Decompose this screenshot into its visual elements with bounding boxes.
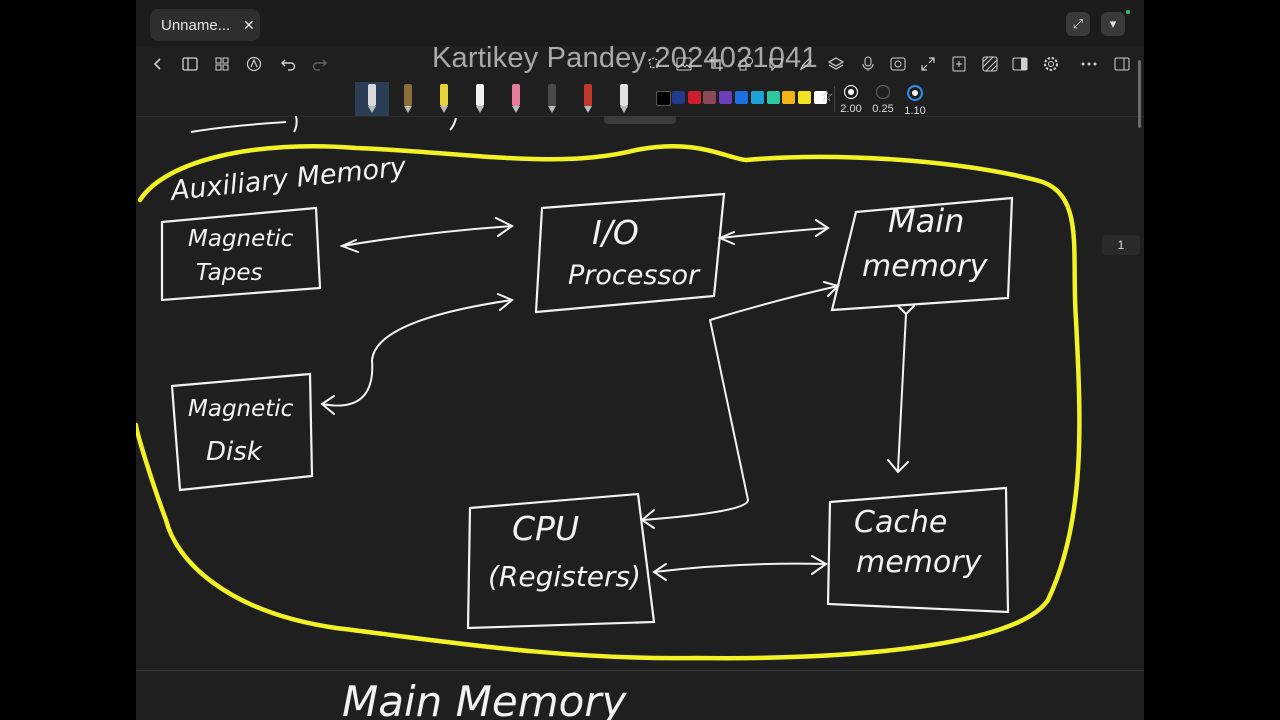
pen-body xyxy=(512,84,520,106)
cache-label-line2: memory xyxy=(856,545,983,580)
cpu-label-line1: CPU xyxy=(512,509,579,548)
dropdown-icon[interactable]: ▾ xyxy=(1101,12,1125,36)
color-swatch[interactable] xyxy=(782,91,796,104)
expand-window-icon[interactable]: ⤢ xyxy=(1066,12,1090,36)
stroke-width-option[interactable]: 1.10 xyxy=(900,85,930,117)
main-label-line2: memory xyxy=(862,249,989,284)
title-bar: Unname... ✕ ⤢ ▾ xyxy=(136,0,1144,46)
status-dot xyxy=(1126,10,1130,14)
pen-highlighter-yellow[interactable] xyxy=(434,82,454,114)
previous-note-stroke xyxy=(293,115,298,133)
redo-icon[interactable] xyxy=(310,54,330,74)
pen-nib-icon[interactable] xyxy=(244,54,264,74)
pattern-icon[interactable] xyxy=(980,54,1000,74)
microphone-icon[interactable] xyxy=(858,54,878,74)
color-swatch[interactable] xyxy=(671,91,685,104)
chevron-left-icon[interactable] xyxy=(148,54,168,74)
pen-body xyxy=(584,84,592,106)
favorite-star-icon[interactable]: ☆ xyxy=(820,89,834,104)
expand-icon[interactable] xyxy=(918,54,938,74)
pen-tip xyxy=(476,106,484,113)
color-swatch[interactable] xyxy=(735,91,748,104)
photo-icon[interactable] xyxy=(888,54,908,74)
stroke-width-dot xyxy=(876,85,890,99)
tab-title: Unname... xyxy=(161,16,231,34)
pen-body xyxy=(620,84,628,106)
undo-icon[interactable] xyxy=(278,54,298,74)
color-swatch[interactable] xyxy=(766,91,780,104)
main-label-line1: Main xyxy=(888,202,964,240)
color-swatch[interactable] xyxy=(687,91,701,104)
stroke-width-option[interactable]: 0.25 xyxy=(868,85,898,115)
pen-tip xyxy=(368,106,376,113)
previous-note-stroke xyxy=(190,121,287,133)
close-icon[interactable]: ✕ xyxy=(243,17,255,34)
layers-icon[interactable] xyxy=(826,54,846,74)
document-tab[interactable]: Unname... ✕ xyxy=(150,9,260,41)
sidebar-icon[interactable] xyxy=(180,54,200,74)
stroke-width-dot xyxy=(844,85,858,99)
stroke-width-dot xyxy=(907,85,923,101)
pen-tip xyxy=(620,106,628,113)
pen-eraser[interactable] xyxy=(470,82,490,114)
pen-body xyxy=(548,84,556,106)
grid-icon[interactable] xyxy=(212,54,232,74)
color-swatch[interactable] xyxy=(656,91,671,106)
pen-tip xyxy=(440,106,448,113)
disk-label-line1: Magnetic xyxy=(188,396,294,422)
magnetic-tapes-box xyxy=(160,206,322,302)
settings-icon[interactable] xyxy=(1041,54,1061,74)
pen-ballpoint[interactable] xyxy=(614,82,634,114)
pen-marker-red[interactable] xyxy=(578,82,598,114)
vertical-scrollbar[interactable] xyxy=(1138,60,1141,128)
pen-marker-pink[interactable] xyxy=(506,82,526,114)
pen-tip xyxy=(512,106,520,113)
page-number-indicator[interactable]: 1 xyxy=(1102,235,1140,255)
more-icon[interactable] xyxy=(1079,54,1099,74)
pen-body xyxy=(368,84,376,106)
color-swatch[interactable] xyxy=(798,91,812,104)
pen-pencil[interactable] xyxy=(398,82,418,114)
tapes-label-line2: Tapes xyxy=(196,260,262,286)
pen-fountain-pen[interactable] xyxy=(362,82,382,114)
next-heading: Main Memory xyxy=(342,677,628,720)
pen-body xyxy=(440,84,448,106)
pen-tip xyxy=(548,106,556,113)
stroke-width-label: 0.25 xyxy=(872,103,894,115)
tapes-label-line1: Magnetic xyxy=(188,226,294,252)
magnetic-disk-box xyxy=(170,372,314,492)
pen-body xyxy=(404,84,412,106)
io-label-line2: Processor xyxy=(568,260,701,291)
panel-icon[interactable] xyxy=(1112,54,1132,74)
color-swatch[interactable] xyxy=(719,91,733,104)
disk-label-line2: Disk xyxy=(206,437,263,467)
divider xyxy=(834,86,835,112)
pen-toolbar: ☆ 2.00 0.25 1.10 xyxy=(136,82,1144,117)
stroke-width-label: 2.00 xyxy=(840,103,862,115)
pen-tip xyxy=(404,106,412,113)
cpu-label-line2: (Registers) xyxy=(488,560,641,593)
color-swatch[interactable] xyxy=(703,91,717,104)
add-page-icon[interactable] xyxy=(949,54,969,74)
io-label-line1: I/O xyxy=(592,213,639,252)
stroke-width-option[interactable]: 2.00 xyxy=(836,85,866,115)
pen-body xyxy=(476,84,484,106)
note-canvas[interactable]: Auxiliary Memory Magnetic Tapes I/O Proc… xyxy=(136,115,1144,720)
io-processor-box xyxy=(534,192,726,314)
notes-app: Unname... ✕ ⤢ ▾ Kartikey Pandey 20240210… xyxy=(136,0,1144,720)
previous-note-stroke xyxy=(449,117,457,131)
pen-brush-pen[interactable] xyxy=(542,82,562,114)
color-swatch[interactable] xyxy=(750,91,764,104)
watermark-text: Kartikey Pandey 2024021041 xyxy=(432,42,818,74)
split-view-icon[interactable] xyxy=(1010,54,1030,74)
page-break xyxy=(136,670,1144,671)
pen-tip xyxy=(584,106,592,113)
cache-label-line1: Cache xyxy=(854,505,947,540)
